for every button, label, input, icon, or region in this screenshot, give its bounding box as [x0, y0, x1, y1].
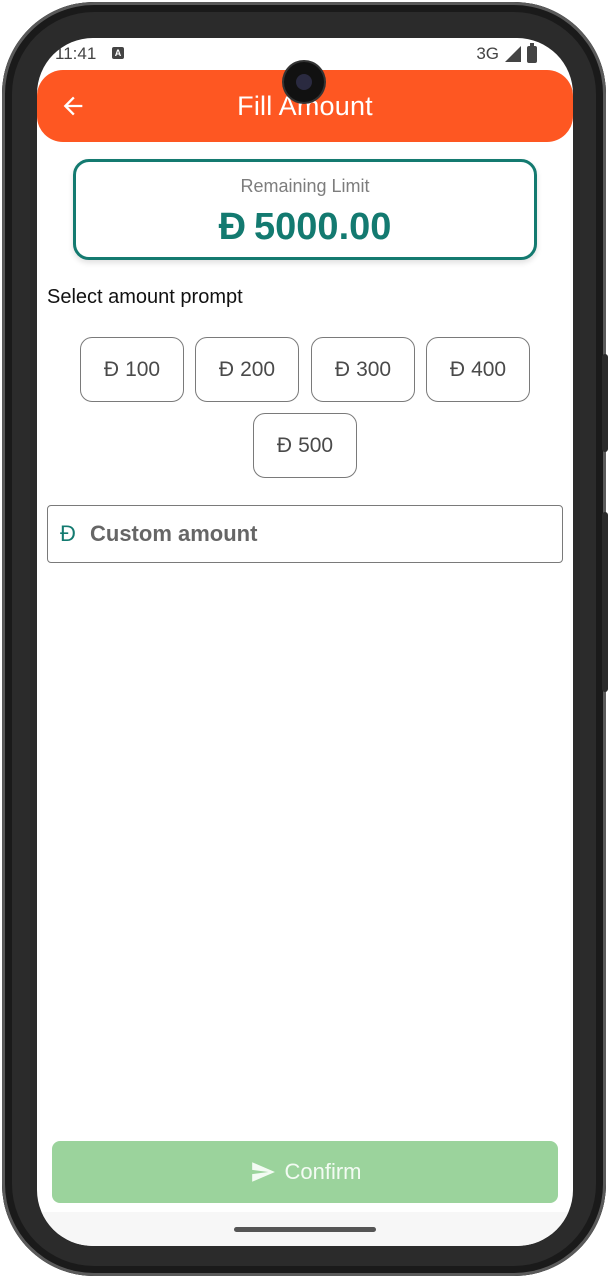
phone-frame: 11:41 A 3G Fill Amount Remaining Limit Ɖ…	[2, 2, 608, 1276]
chip-currency-symbol: Ɖ	[218, 357, 235, 381]
remaining-limit-value: Ɖ 5000.00	[76, 206, 534, 249]
select-amount-label: Select amount prompt	[47, 286, 243, 308]
chip-value: 500	[298, 433, 334, 457]
arrow-left-icon[interactable]	[59, 92, 87, 120]
confirm-button[interactable]: Confirm	[52, 1141, 558, 1203]
chip-currency-symbol: Ɖ	[103, 357, 120, 381]
custom-amount-field[interactable]: Ɖ	[47, 505, 563, 563]
power-button	[602, 512, 608, 692]
send-icon	[252, 1162, 276, 1182]
battery-icon	[527, 42, 537, 63]
remaining-limit-card: Remaining Limit Ɖ 5000.00	[73, 159, 537, 260]
chip-currency-symbol: Ɖ	[276, 433, 293, 457]
status-icons: 3G	[476, 42, 537, 64]
network-type: 3G	[476, 44, 499, 63]
navigation-bar	[37, 1212, 573, 1246]
chip-currency-symbol: Ɖ	[334, 357, 351, 381]
status-time: 11:41	[55, 44, 97, 63]
currency-symbol: Ɖ	[218, 206, 247, 248]
amount-chip-500[interactable]: Ɖ 500	[253, 413, 357, 478]
chip-value: 400	[471, 357, 507, 381]
volume-button	[602, 354, 608, 452]
amount-chip-400[interactable]: Ɖ 400	[426, 337, 530, 402]
custom-amount-input[interactable]	[86, 506, 562, 562]
remaining-limit-amount: 5000.00	[254, 206, 392, 248]
confirm-label: Confirm	[284, 1159, 362, 1184]
chip-currency-symbol: Ɖ	[449, 357, 466, 381]
chip-value: 200	[240, 357, 276, 381]
chip-value: 100	[125, 357, 161, 381]
amount-chip-100[interactable]: Ɖ 100	[80, 337, 184, 402]
remaining-limit-label: Remaining Limit	[240, 176, 370, 196]
currency-symbol: Ɖ	[60, 521, 76, 546]
home-indicator[interactable]	[234, 1227, 376, 1232]
amount-chip-300[interactable]: Ɖ 300	[311, 337, 415, 402]
chip-value: 300	[356, 357, 392, 381]
signal-icon	[505, 46, 521, 62]
amount-chip-200[interactable]: Ɖ 200	[195, 337, 299, 402]
screen: 11:41 A 3G Fill Amount Remaining Limit Ɖ…	[37, 38, 573, 1246]
front-camera	[284, 62, 324, 102]
notification-icon: A	[112, 47, 124, 59]
